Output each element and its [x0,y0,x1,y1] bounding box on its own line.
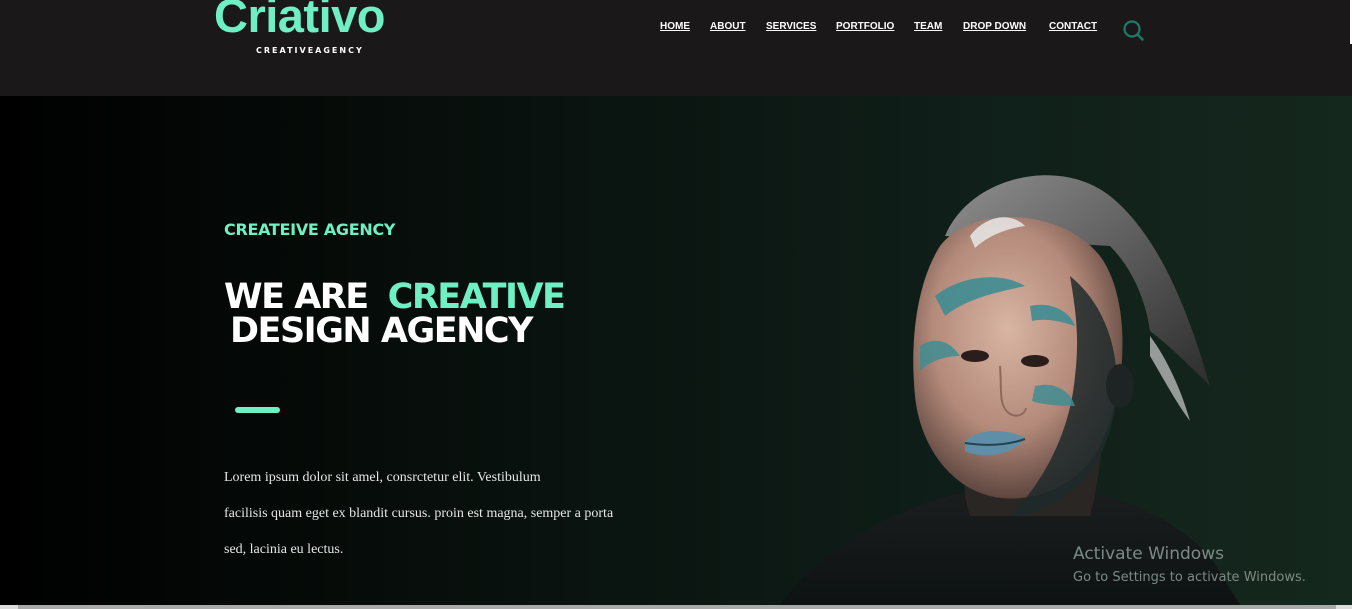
hero-heading-line2: DESIGN AGENCY [230,311,533,351]
nav-item-services[interactable]: SERVICES [766,21,816,32]
nav-item-about[interactable]: ABOUT [710,21,746,32]
hero-eyebrow: CREATEIVE AGENCY [224,220,396,239]
hero-divider [235,407,280,413]
search-icon[interactable] [1122,19,1144,41]
nav-item-drop-down[interactable]: DROP DOWN [963,21,1026,32]
hero-body-line-1: Lorem ipsum dolor sit amel, consrctetur … [224,470,541,485]
site-logo[interactable]: Criativo [214,0,386,44]
nav-item-home[interactable]: HOME [660,21,690,32]
hero-body-line-3: sed, lacinia eu lectus. [224,542,344,557]
activate-windows-title: Activate Windows [1073,544,1224,564]
hero-section: CREATEIVE AGENCY WE ARE CREATIVE DESIGN A… [0,96,1352,605]
nav-item-portfolio[interactable]: PORTFOLIO [836,21,894,32]
nav-item-team[interactable]: TEAM [914,21,942,32]
activate-windows-subtitle: Go to Settings to activate Windows. [1073,570,1306,585]
nav-item-contact[interactable]: CONTACT [1049,21,1097,32]
site-header: Criativo CREATIVEAGENCY HOME ABOUT SERVI… [0,0,1352,96]
hero-portrait-image [780,175,1240,605]
logo-tagline: CREATIVEAGENCY [256,46,364,55]
hero-body-line-2: facilisis quam eget ex blandit cursus. p… [224,506,614,521]
horizontal-scrollbar-thumb[interactable] [18,605,1336,609]
